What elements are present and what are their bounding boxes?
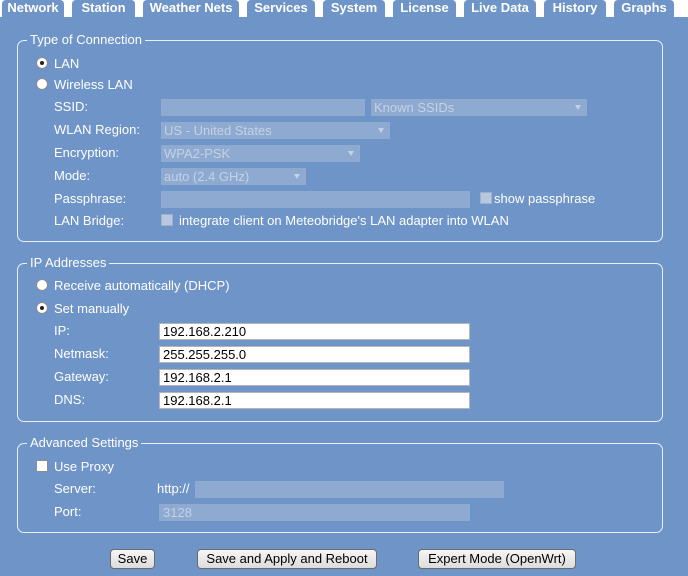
bridge-label: LAN Bridge: — [54, 213, 125, 228]
encryption-value: WPA2-PSK — [164, 146, 231, 161]
manual-label: Set manually — [54, 301, 130, 316]
ip-input[interactable]: 192.168.2.210 — [159, 323, 470, 340]
mode-label: Mode: — [54, 168, 91, 183]
advanced-legend: Advanced Settings — [27, 435, 142, 451]
dns-input[interactable]: 192.168.2.1 — [159, 392, 470, 409]
encryption-label: Encryption: — [54, 145, 120, 160]
bridge-text: integrate client on Meteobridge's LAN ad… — [179, 213, 509, 228]
tab-system[interactable]: System — [323, 0, 385, 17]
gateway-input[interactable]: 192.168.2.1 — [159, 369, 470, 386]
proxy-label: Use Proxy — [54, 459, 114, 474]
encryption-select[interactable]: WPA2-PSK — [161, 145, 360, 162]
dhcp-radio[interactable] — [36, 279, 48, 291]
lan-radio[interactable] — [36, 57, 48, 69]
show-passphrase-checkbox[interactable] — [480, 192, 492, 204]
server-input[interactable] — [195, 481, 504, 498]
expert-mode-button[interactable]: Expert Mode (OpenWrt) — [418, 549, 576, 569]
dns-label: DNS: — [54, 392, 86, 407]
port-label: Port: — [54, 504, 82, 519]
known-ssids-select[interactable]: Known SSIDs — [371, 99, 587, 116]
bridge-checkbox[interactable] — [161, 214, 173, 226]
tab-services[interactable]: Services — [247, 0, 315, 17]
chevron-down-icon — [294, 174, 300, 179]
wireless-radio[interactable] — [36, 78, 48, 90]
tab-weather-nets[interactable]: Weather Nets — [143, 0, 239, 17]
ssid-input[interactable] — [161, 99, 365, 116]
tab-station[interactable]: Station — [72, 0, 135, 17]
chevron-down-icon — [575, 105, 581, 110]
connection-group: Type of Connection — [17, 32, 663, 242]
connection-legend: Type of Connection — [27, 32, 146, 48]
mode-select[interactable]: auto (2.4 GHz) — [161, 168, 306, 185]
show-passphrase-label: show passphrase — [494, 191, 596, 206]
lan-label: LAN — [54, 56, 80, 71]
passphrase-input[interactable] — [161, 191, 470, 208]
netmask-label: Netmask: — [54, 346, 109, 361]
region-label: WLAN Region: — [54, 122, 140, 137]
tab-bar: Network Station Weather Nets Services Sy… — [0, 0, 688, 17]
region-value: US - United States — [164, 123, 272, 138]
proxy-checkbox[interactable] — [36, 460, 48, 472]
tab-graphs[interactable]: Graphs — [614, 0, 674, 17]
tab-network[interactable]: Network — [2, 0, 64, 17]
region-select[interactable]: US - United States — [161, 122, 390, 139]
mode-value: auto (2.4 GHz) — [164, 169, 250, 184]
save-apply-reboot-button[interactable]: Save and Apply and Reboot — [197, 549, 377, 569]
dhcp-label: Receive automatically (DHCP) — [54, 278, 230, 293]
tab-license[interactable]: License — [393, 0, 456, 17]
tab-live-data[interactable]: Live Data — [464, 0, 536, 17]
manual-radio[interactable] — [36, 302, 48, 314]
wireless-label: Wireless LAN — [54, 77, 133, 92]
tab-history[interactable]: History — [544, 0, 606, 17]
save-button[interactable]: Save — [110, 549, 155, 569]
chevron-down-icon — [348, 151, 354, 156]
netmask-input[interactable]: 255.255.255.0 — [159, 346, 470, 363]
passphrase-label: Passphrase: — [54, 191, 127, 206]
ssid-label: SSID: — [54, 99, 88, 114]
ip-legend: IP Addresses — [27, 255, 110, 271]
chevron-down-icon — [378, 128, 384, 133]
port-input[interactable]: 3128 — [159, 504, 470, 521]
ip-label: IP: — [54, 323, 70, 338]
gateway-label: Gateway: — [54, 369, 109, 384]
server-label: Server: — [54, 481, 96, 496]
known-ssids-value: Known SSIDs — [374, 100, 455, 115]
server-prefix: http:// — [157, 481, 190, 496]
